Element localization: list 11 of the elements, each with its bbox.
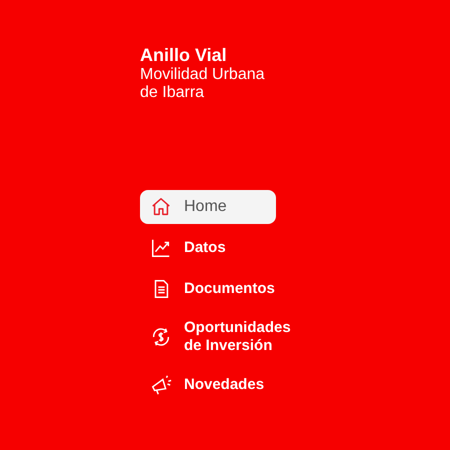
nav-item[interactable]: Datos: [140, 231, 236, 265]
nav-item[interactable]: Oportunidades de Inversión: [140, 313, 319, 361]
chart-icon: [150, 237, 172, 259]
nav-item[interactable]: Home: [140, 190, 276, 224]
house-icon: [150, 196, 172, 218]
nav-item[interactable]: Novedades: [140, 368, 274, 402]
megaphone-icon: [150, 374, 172, 396]
nav-item[interactable]: Documentos: [140, 272, 285, 306]
app-subtitle: Movilidad Urbana de Ibarra: [140, 66, 266, 102]
app-title: Anillo Vial: [140, 45, 228, 66]
money-cycle-icon: [150, 326, 172, 348]
